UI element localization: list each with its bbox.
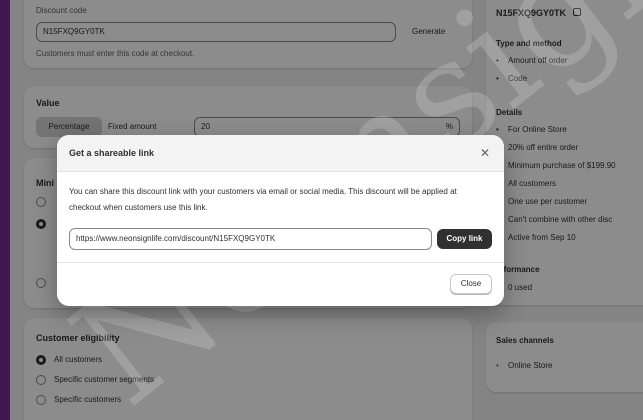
share-link-input[interactable]: https://www.neonsignlife.com/discount/N1… [69,228,432,250]
modal-description: You can share this discount link with yo… [69,187,457,212]
modal-divider [57,262,504,263]
copy-link-button[interactable]: Copy link [437,229,492,249]
modal-title: Get a shareable link [69,148,155,158]
close-button[interactable]: Close [450,274,492,294]
share-link-modal: Get a shareable link ✕ You can share thi… [57,135,504,306]
close-icon[interactable]: ✕ [480,146,490,160]
modal-header: Get a shareable link ✕ [57,135,504,172]
